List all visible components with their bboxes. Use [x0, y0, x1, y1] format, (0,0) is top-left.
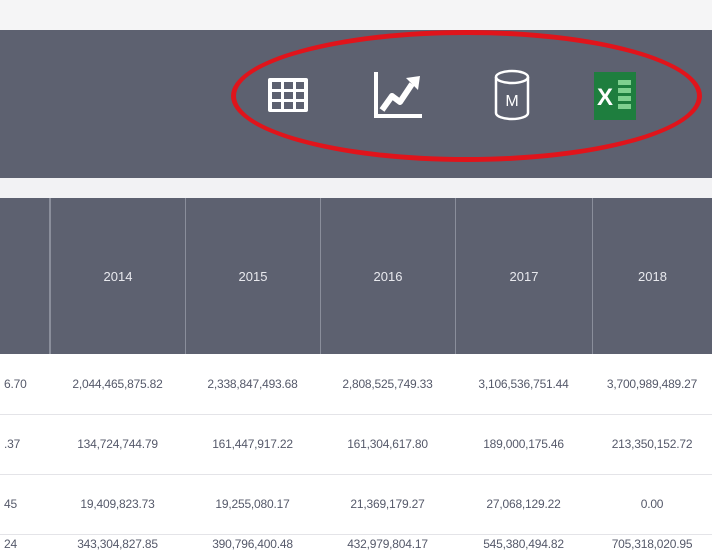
table-cell: 27,068,129.22	[486, 497, 561, 511]
table-cell: 3,700,989,489.27	[606, 377, 698, 391]
table-cell: 19,409,823.73	[80, 497, 155, 511]
table-icon-graphic	[268, 78, 308, 112]
table-cell: 21,369,179.27	[350, 497, 425, 511]
excel-icon-graphic: X	[594, 72, 636, 120]
separator	[0, 178, 712, 198]
svg-text:X: X	[597, 84, 613, 111]
table-row: .37 134,724,744.79 161,447,917.22 161,30…	[0, 414, 712, 475]
table-cell: 2,808,525,749.33	[342, 377, 433, 391]
table-cell: 343,304,827.85	[77, 537, 158, 551]
table-cell: 6.70	[4, 377, 27, 391]
table-cell: 161,304,617.80	[347, 437, 428, 451]
table-header: 2014 2015 2016 2017 2018	[0, 198, 712, 354]
table-cell: 45	[4, 497, 17, 511]
column-header-2016[interactable]: 2016	[320, 198, 455, 354]
table-cell: 2,338,847,493.68	[207, 377, 298, 391]
table-cell: 161,447,917.22	[212, 437, 293, 451]
line-chart-icon-graphic	[374, 72, 422, 118]
column-header[interactable]	[0, 198, 50, 354]
table-row: 24 343,304,827.85 390,796,400.48 432,979…	[0, 534, 712, 559]
table-cell: 2,044,465,875.82	[72, 377, 163, 391]
table-cell: 19,255,080.17	[215, 497, 290, 511]
column-header-2017[interactable]: 2017	[455, 198, 592, 354]
table-cell: 0.00	[640, 497, 664, 511]
table-cell: 3,106,536,751.44	[478, 377, 569, 391]
table-row: 6.70 2,044,465,875.82 2,338,847,493.68 2…	[0, 354, 712, 415]
table-cell: 24	[4, 537, 17, 551]
table-cell: 432,979,804.17	[347, 537, 428, 551]
table-cell: 705,318,020.95	[611, 537, 693, 551]
table-row: 45 19,409,823.73 19,255,080.17 21,369,17…	[0, 474, 712, 535]
table-cell: 213,350,152.72	[611, 437, 693, 451]
svg-text:M: M	[505, 93, 518, 110]
table-cell: 390,796,400.48	[212, 537, 293, 551]
table-cell: 189,000,175.46	[483, 437, 564, 451]
table-body: 6.70 2,044,465,875.82 2,338,847,493.68 2…	[0, 354, 712, 559]
table-icon[interactable]	[265, 72, 311, 118]
database-icon-graphic: M	[494, 69, 530, 121]
column-header-2014[interactable]: 2014	[50, 198, 185, 354]
column-header-2015[interactable]: 2015	[185, 198, 320, 354]
top-strip	[0, 0, 712, 30]
column-header-2018[interactable]: 2018	[592, 198, 712, 354]
database-icon[interactable]: M	[492, 68, 532, 122]
table-cell: 545,380,494.82	[483, 537, 564, 551]
table-cell: 134,724,744.79	[77, 437, 158, 451]
excel-icon[interactable]: X	[592, 70, 638, 122]
table-cell: .37	[4, 437, 21, 451]
line-chart-icon[interactable]	[372, 70, 424, 120]
